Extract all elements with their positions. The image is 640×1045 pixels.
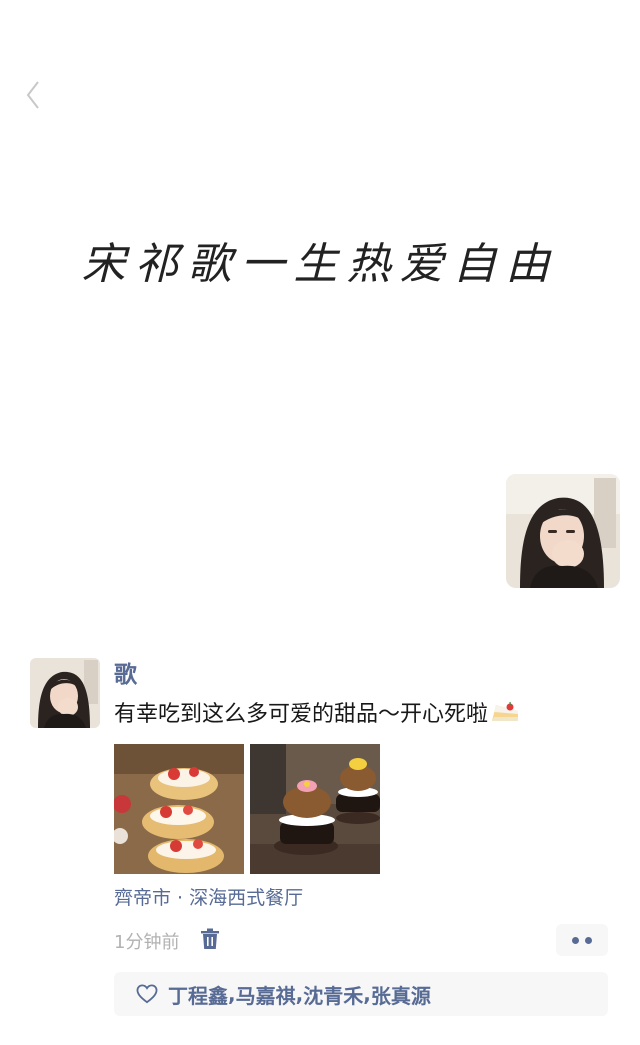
post-text: 有幸吃到这么多可爱的甜品～开心死啦	[114, 702, 489, 727]
like-separator: ,	[363, 982, 371, 1006]
avatar-image	[30, 658, 100, 728]
more-dots-icon	[572, 936, 579, 944]
trash-icon	[201, 928, 219, 949]
heart-outline-icon	[136, 984, 158, 1004]
like-separator: ,	[228, 982, 236, 1006]
post-text-row: 有幸吃到这么多可爱的甜品～开心死啦	[114, 698, 608, 736]
post-username[interactable]: 歌	[114, 658, 608, 692]
post-meta-row: 1分钟前	[114, 924, 608, 956]
photo-image	[250, 744, 380, 874]
more-dot	[585, 936, 592, 944]
likes-panel: 丁程鑫, 马嘉祺, 沈青禾, 张真源	[114, 972, 608, 1016]
moments-profile-page: 宋祁歌一生热爱自由 歌 有幸吃到这么多可爱的甜品～开心死啦 齊帝市 · 深海西式…	[0, 0, 640, 1045]
like-user[interactable]: 张真源	[371, 980, 431, 1009]
more-actions-button[interactable]	[556, 924, 608, 956]
post-timestamp: 1分钟前	[114, 932, 180, 953]
avatar-image	[506, 474, 620, 588]
like-user[interactable]: 马嘉祺	[236, 980, 296, 1009]
like-user[interactable]: 丁程鑫	[168, 980, 228, 1009]
back-button[interactable]	[18, 78, 48, 112]
post-photo-grid	[114, 744, 608, 874]
cover-signature-text: 宋祁歌一生热爱自由	[81, 239, 559, 290]
post-photo-choux-dessert-towers[interactable]	[250, 744, 380, 874]
post-photo-strawberry-cream-puffs[interactable]	[114, 744, 244, 874]
delete-post-button[interactable]	[200, 928, 222, 952]
profile-avatar[interactable]	[506, 474, 620, 588]
like-user[interactable]: 沈青禾	[303, 980, 363, 1009]
chevron-left-icon	[26, 81, 39, 109]
post-body: 歌 有幸吃到这么多可爱的甜品～开心死啦 齊帝市 · 深海西式餐厅 1分钟前 丁程…	[114, 658, 608, 1016]
post-location[interactable]: 齊帝市 · 深海西式餐厅	[114, 884, 608, 912]
post-author-avatar[interactable]	[30, 658, 100, 728]
like-separator: ,	[295, 982, 304, 1006]
photo-image	[114, 744, 244, 874]
cake-slice-icon	[490, 699, 520, 736]
